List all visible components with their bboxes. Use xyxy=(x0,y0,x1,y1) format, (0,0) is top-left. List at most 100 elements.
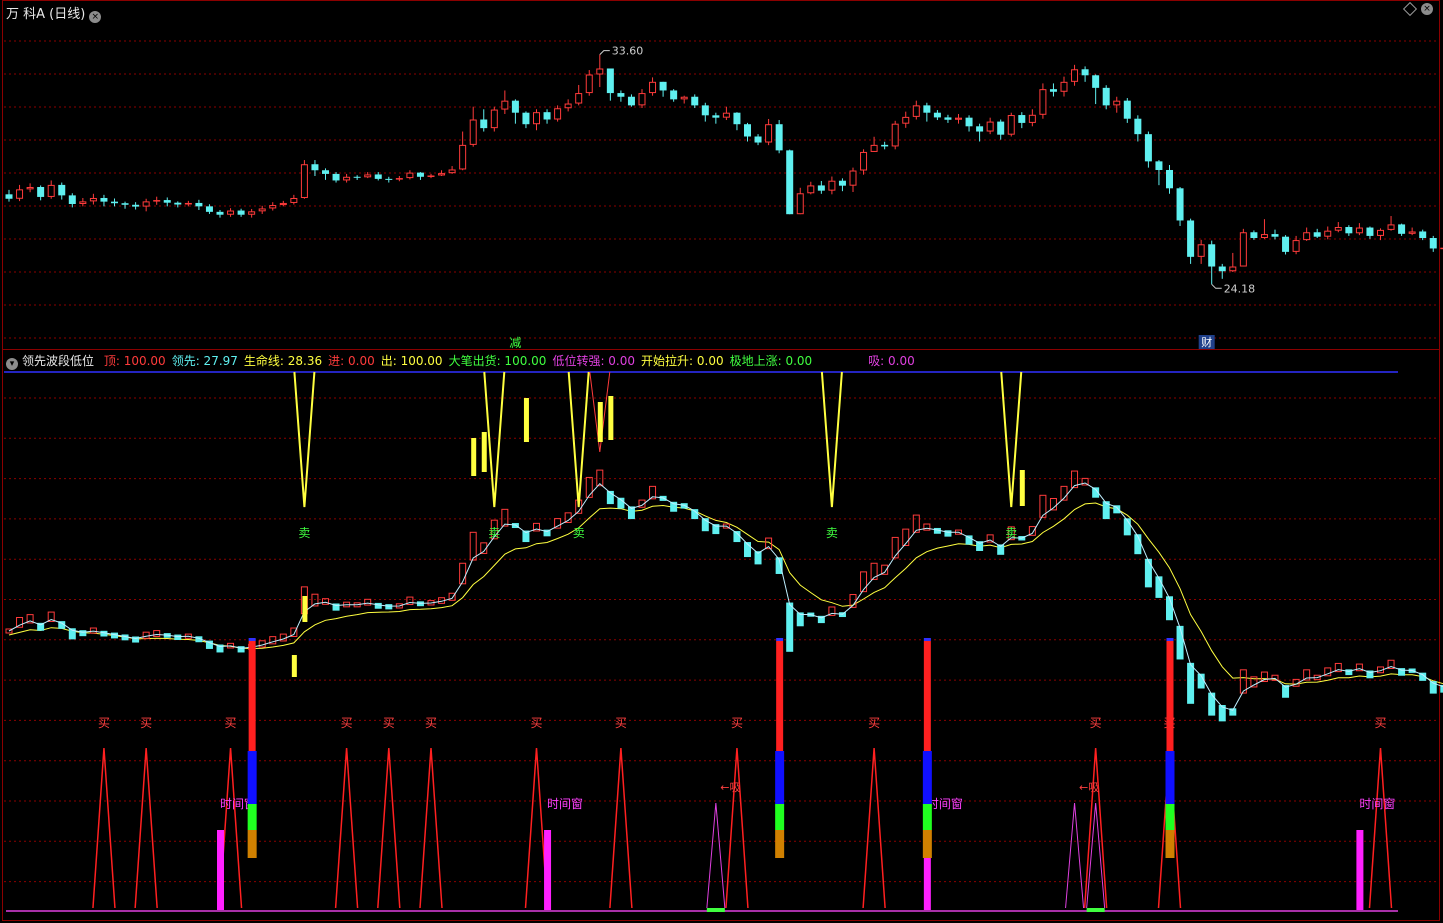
indicator-bar xyxy=(132,636,140,643)
sell-label: 卖 xyxy=(488,526,500,540)
candle-body xyxy=(79,201,87,204)
indicator-item-2: 生命线: 28.36 xyxy=(243,354,323,368)
signal-red xyxy=(923,641,931,751)
signal-green xyxy=(247,804,257,830)
candle-body xyxy=(1387,224,1395,230)
candle-body xyxy=(997,121,1005,135)
indicator-bar xyxy=(501,508,509,527)
pull-up-bar xyxy=(597,402,603,442)
indicator-bar xyxy=(585,476,593,498)
candle-body xyxy=(1123,100,1131,119)
candle-body xyxy=(617,93,625,97)
candle-body xyxy=(817,185,825,191)
candle-body xyxy=(1187,220,1195,257)
candle-body xyxy=(438,173,446,176)
candle-body xyxy=(1313,232,1321,237)
kline-chart-window[interactable]: 33.6024.18减财卖卖卖卖卖买买买买买买买买买买买买买←吸←吸时间窗时间窗… xyxy=(0,0,1443,923)
indicator-bar xyxy=(1187,662,1195,704)
chart-canvas[interactable]: 33.6024.18减财卖卖卖卖卖买买买买买买买买买买买买买←吸←吸时间窗时间窗… xyxy=(0,0,1443,923)
signal-blue xyxy=(1165,751,1175,804)
candle-body xyxy=(448,169,456,174)
finance-marker: 财 xyxy=(1201,335,1212,349)
pull-up-bar xyxy=(302,596,308,622)
candle-body xyxy=(965,117,973,127)
candle-body xyxy=(501,100,509,110)
signal-blue xyxy=(247,751,257,804)
candle-body xyxy=(248,211,256,215)
candle-body xyxy=(269,205,277,209)
candle-body xyxy=(912,105,920,117)
candle-body xyxy=(670,90,678,100)
candle-body xyxy=(132,204,140,207)
indicator-bar xyxy=(786,602,794,652)
indicator-bar xyxy=(16,617,24,628)
buy-triangle xyxy=(725,747,749,909)
candle-body xyxy=(1071,69,1079,82)
absorb-label: ←吸 xyxy=(720,781,740,794)
candle-body xyxy=(575,93,583,104)
signal-red xyxy=(1166,641,1174,751)
sell-wedge xyxy=(293,371,316,508)
candle-body xyxy=(5,194,13,199)
candle-body xyxy=(701,105,709,116)
candle-body xyxy=(258,208,266,212)
indicator-bar xyxy=(1208,692,1216,716)
candle-body xyxy=(680,96,688,100)
candle-body xyxy=(1144,134,1152,162)
low-pointer xyxy=(1211,283,1222,289)
sell-label: 卖 xyxy=(1005,526,1017,540)
sell-wedge xyxy=(1000,371,1023,508)
high-pointer xyxy=(599,50,610,55)
close-circle-icon[interactable]: × xyxy=(89,11,102,23)
signal-red xyxy=(776,641,784,751)
indicator-item-9: 吸: 0.00 xyxy=(868,354,915,368)
candle-body xyxy=(891,123,899,147)
candle-body xyxy=(1176,188,1184,221)
candle-body xyxy=(343,176,351,181)
buy-label: 买 xyxy=(383,716,395,730)
candle-body xyxy=(227,210,235,215)
close-icon[interactable]: × xyxy=(1421,3,1433,15)
indicator-bar xyxy=(1345,669,1353,676)
indicator-bar xyxy=(891,536,899,559)
indicator-item-5: 大笔出货: 100.00 xyxy=(448,354,547,368)
time-window-bar xyxy=(217,830,224,910)
sell-wedge xyxy=(483,371,506,508)
candle-body xyxy=(406,172,414,179)
buy-label: 买 xyxy=(341,716,353,730)
candle-body xyxy=(1377,229,1384,236)
candle-body xyxy=(385,178,393,180)
indicator-item-4: 出: 100.00 xyxy=(380,354,443,368)
signal-cap xyxy=(248,638,256,641)
indicator-bar xyxy=(1176,625,1184,660)
candle-body xyxy=(1081,69,1089,76)
low-label: 24.18 xyxy=(1224,282,1256,295)
indicator-bar xyxy=(142,631,150,639)
candle-body xyxy=(290,197,298,203)
candle-body xyxy=(659,81,667,91)
indicator-menu-icon[interactable]: ▾ xyxy=(6,358,18,370)
candle-body xyxy=(184,202,192,205)
buy-triangle xyxy=(862,747,886,909)
candle-body xyxy=(205,206,213,212)
candle-body xyxy=(37,186,45,197)
candle-body xyxy=(374,174,382,179)
candle-body xyxy=(606,68,614,94)
candle-body xyxy=(153,200,161,202)
indicator-item-1: 领先: 27.97 xyxy=(171,354,238,368)
candle-body xyxy=(849,170,857,186)
candle-body xyxy=(596,68,604,75)
indicator-bar xyxy=(1155,576,1163,598)
candle-body xyxy=(163,200,171,203)
candle-body xyxy=(522,112,530,125)
candle-body xyxy=(364,174,372,178)
candle-body xyxy=(754,136,762,143)
candle-body xyxy=(1260,234,1268,239)
candle-body xyxy=(976,126,984,132)
candle-body xyxy=(828,180,836,191)
candle-body xyxy=(585,74,593,94)
sell-label: 卖 xyxy=(573,526,585,540)
candle-body xyxy=(416,172,424,177)
indicator-bar xyxy=(237,646,245,653)
buy-label: 买 xyxy=(1090,716,1102,730)
